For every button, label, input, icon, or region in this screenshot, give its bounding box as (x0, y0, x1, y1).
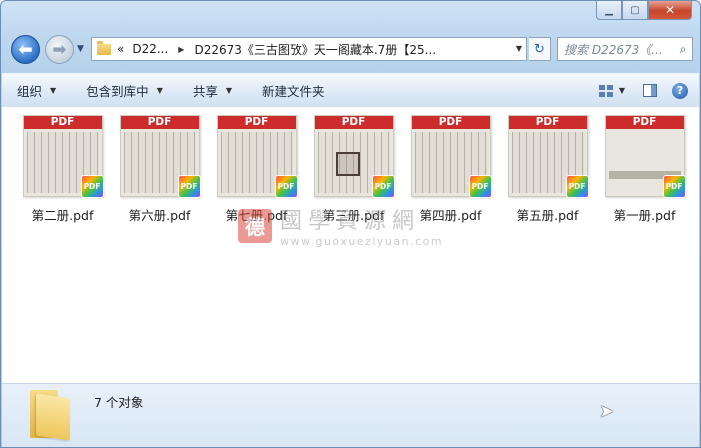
minimize-button[interactable]: ▁ (596, 1, 622, 20)
pdf-thumbnail[interactable]: PDF PDF (216, 115, 298, 198)
pdf-thumbnail[interactable]: PDF PDF (119, 115, 201, 198)
organize-label: 组织 (17, 84, 43, 99)
search-box[interactable]: 搜索 D22673《... ⌕ (557, 37, 693, 61)
pdf-thumbnail[interactable]: PDF PDF (507, 115, 589, 198)
pdf-banner: PDF (411, 116, 490, 129)
preview-pane-button[interactable] (639, 81, 661, 101)
file-name[interactable]: 第五册.pdf (517, 205, 579, 224)
pdf-banner: PDF (508, 116, 587, 129)
share-label: 共享 (192, 84, 218, 99)
breadcrumb-current[interactable]: D22673《三古图攷》天一阁藏本.7册【25... (194, 41, 436, 58)
maximize-button[interactable]: ▢ (622, 1, 648, 20)
pdf-thumbnail[interactable]: PDF PDF (313, 115, 395, 198)
forward-button[interactable]: ➡ (45, 35, 74, 64)
pdf-file-icon: PDF (371, 175, 395, 198)
caption-buttons: ▁ ▢ ✕ (596, 1, 692, 20)
folder-icon (97, 40, 111, 55)
back-button[interactable]: ⬅ (11, 35, 40, 64)
refresh-icon: ↻ (534, 41, 545, 57)
search-input[interactable]: 搜索 D22673《... (564, 41, 674, 58)
pdf-thumbnail[interactable]: PDF PDF (604, 115, 686, 198)
watermark-title: 國學資源網 (280, 209, 421, 234)
pdf-banner: PDF (120, 116, 199, 129)
item-count: 7 个对象 (94, 395, 144, 410)
folder-icon (30, 390, 70, 441)
breadcrumb-separator-icon[interactable]: ▶ (178, 45, 184, 54)
file-item[interactable]: PDF PDF 第二册.pdf (14, 115, 111, 224)
views-icon (598, 84, 613, 97)
forward-arrow-icon: ➡ (52, 39, 67, 60)
new-folder-button[interactable]: 新建文件夹 (247, 74, 340, 107)
breadcrumb-item[interactable]: D22... (132, 42, 168, 56)
pdf-file-icon: PDF (177, 175, 201, 198)
file-list-area[interactable]: PDFPDF第二册.pdfPDFPDF第六册.pdfPDFPDF第七册.pdfP… (2, 107, 699, 384)
preview-pane-icon (643, 84, 657, 97)
command-bar: 组织 ▼ 包含到库中 ▼ 共享 ▼ 新建文件夹 ▼ ? (2, 73, 699, 108)
file-name[interactable]: 第二册.pdf (32, 205, 94, 224)
command-bar-right: ▼ ? (593, 81, 699, 101)
new-folder-label: 新建文件夹 (262, 84, 325, 99)
organize-button[interactable]: 组织 ▼ (2, 74, 71, 107)
share-button[interactable]: 共享 ▼ (178, 74, 247, 107)
pdf-file-icon: PDF (80, 175, 104, 198)
navigation-bar: ⬅ ➡ ▼ « D22... ▶ D22673《三古图攷》天一阁藏本.7册【25… (7, 35, 694, 65)
mouse-cursor-icon: ➤ (599, 401, 615, 422)
watermark-url: www.guoxueziyuan.com (280, 235, 444, 248)
file-item[interactable]: PDF PDF 第五册.pdf (499, 115, 596, 224)
refresh-button[interactable]: ↻ (529, 37, 551, 61)
address-dropdown-icon[interactable]: ▼ (516, 44, 522, 53)
explorer-window: ▁ ▢ ✕ ⬅ ➡ ▼ « D22... ▶ D22673《三古图攷》天一阁藏本… (0, 0, 701, 448)
search-icon[interactable]: ⌕ (674, 42, 692, 57)
pdf-file-icon: PDF (468, 175, 492, 198)
recent-pages-dropdown[interactable]: ▼ (77, 44, 84, 54)
pdf-banner: PDF (314, 116, 393, 129)
address-bar[interactable]: « D22... ▶ D22673《三古图攷》天一阁藏本.7册【25... ▼ (91, 37, 527, 61)
file-name[interactable]: 第一册.pdf (614, 205, 676, 224)
details-pane: 7 个对象 ➤ (2, 384, 699, 447)
file-item[interactable]: PDF PDF 第六册.pdf (111, 115, 208, 224)
change-view-button[interactable]: ▼ (598, 81, 625, 101)
back-arrow-icon: ⬅ (18, 39, 33, 60)
pdf-banner: PDF (605, 116, 684, 129)
pdf-file-icon: PDF (565, 175, 589, 198)
chevron-down-icon: ▼ (50, 86, 57, 95)
pdf-thumbnail[interactable]: PDF PDF (410, 115, 492, 198)
help-button[interactable]: ? (669, 81, 691, 101)
close-button[interactable]: ✕ (648, 1, 692, 20)
chevron-down-icon: ▼ (156, 86, 163, 95)
chevron-down-icon[interactable]: ▼ (619, 86, 625, 95)
pdf-banner: PDF (217, 116, 296, 129)
watermark-text: 國學資源網 www.guoxueziyuan.com (280, 203, 443, 248)
breadcrumb-overflow[interactable]: « (117, 42, 124, 56)
file-name[interactable]: 第六册.pdf (129, 205, 191, 224)
watermark: 德 國學資源網 www.guoxueziyuan.com (238, 203, 443, 248)
chevron-down-icon: ▼ (225, 86, 233, 95)
help-icon: ? (672, 82, 688, 99)
pdf-file-icon: PDF (274, 175, 298, 198)
include-in-library-button[interactable]: 包含到库中 ▼ (71, 74, 178, 107)
watermark-seal: 德 (238, 208, 272, 243)
pdf-banner: PDF (23, 116, 102, 129)
pdf-file-icon: PDF (662, 175, 686, 198)
pdf-thumbnail[interactable]: PDF PDF (22, 115, 104, 198)
file-item[interactable]: PDF PDF 第一册.pdf (596, 115, 693, 224)
include-in-library-label: 包含到库中 (86, 84, 149, 99)
